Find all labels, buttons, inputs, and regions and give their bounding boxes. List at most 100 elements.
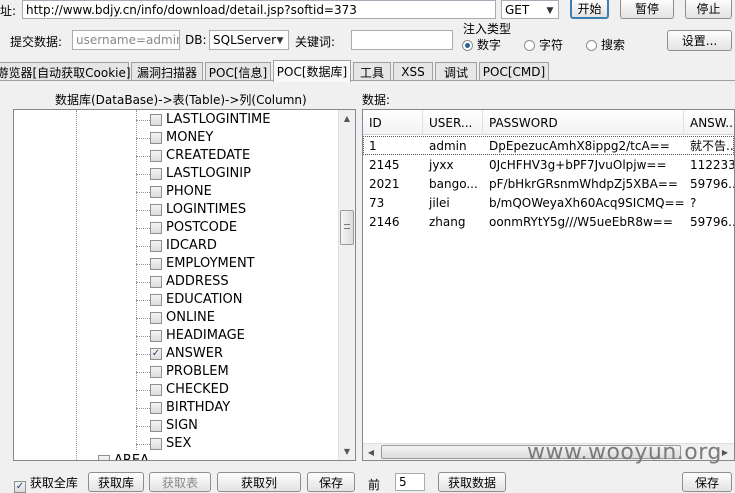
prev-label: 前 xyxy=(368,478,381,492)
stop-button[interactable]: 停止 xyxy=(685,0,732,19)
keyword-input[interactable] xyxy=(351,30,453,50)
checkbox-icon[interactable] xyxy=(150,114,162,126)
tree-node-column[interactable]: ADDRESS xyxy=(14,273,339,291)
tree-panel-title: 数据库(DataBase)->表(Table)->列(Column) xyxy=(55,93,307,107)
tree-connector xyxy=(136,138,150,139)
checkbox-icon[interactable] xyxy=(150,294,162,306)
tree-node-column[interactable]: PROBLEM xyxy=(14,363,339,381)
tab-xss[interactable]: XSS xyxy=(393,62,433,81)
table-row[interactable]: 2021 bango... pF/bHkrGRsnmWhdpZj5XBA== 5979… xyxy=(363,174,734,193)
scroll-left-icon[interactable]: ◀ xyxy=(363,444,379,460)
tree-scrollbar[interactable]: ▲ ▼ xyxy=(338,110,355,460)
tree-node-column[interactable]: EMPLOYMENT xyxy=(14,255,339,273)
tree-node-column[interactable]: ✓ ANSWER xyxy=(14,345,339,363)
table-cell: ? xyxy=(690,195,697,210)
get-db-button[interactable]: 获取库 xyxy=(88,472,144,492)
tree-node-column[interactable]: SIGN xyxy=(14,417,339,435)
tree-connector xyxy=(136,228,150,229)
db-select[interactable]: SQLServer ▼ xyxy=(209,30,289,50)
tab-divider xyxy=(0,80,735,81)
tree-column-label: ONLINE xyxy=(166,310,215,325)
get-data-button[interactable]: 获取数据 xyxy=(438,472,506,492)
get-all-db-checkbox[interactable]: ✓ 获取全库 xyxy=(14,474,78,493)
column-header-password[interactable]: PASSWORD xyxy=(483,110,684,135)
tree-column-label: HEADIMAGE xyxy=(166,328,245,343)
settings-button[interactable]: 设置... xyxy=(667,30,732,51)
checkbox-icon[interactable] xyxy=(150,438,162,450)
tree-column-label: EDUCATION xyxy=(166,292,243,307)
tree-connector xyxy=(136,444,150,445)
table-row[interactable]: 73 jilei b/mQOWeyaXh60Acq9SICMQ==? xyxy=(363,193,734,212)
tree-node-column[interactable]: BIRTHDAY xyxy=(14,399,339,417)
checkbox-icon[interactable] xyxy=(150,420,162,432)
checkbox-icon[interactable] xyxy=(150,366,162,378)
checkbox-icon[interactable] xyxy=(150,240,162,252)
database-tree[interactable]: LASTLOGINTIME MONEY CREATEDATE LASTLOGINIP P… xyxy=(13,109,356,461)
method-select[interactable]: GET ▼ xyxy=(501,0,559,19)
table-row[interactable]: 1 admin DpEpezucAmhX8ippg2/tcA== 就不告... xyxy=(363,136,734,155)
radio-selected-icon xyxy=(462,40,473,51)
data-grid[interactable]: ID USER... PASSWORD ANSW... 1 admin DpEpez… xyxy=(362,109,735,461)
tree-node-column[interactable]: CREATEDATE xyxy=(14,147,339,165)
column-header-user[interactable]: USER... xyxy=(423,110,483,135)
scroll-up-icon[interactable]: ▲ xyxy=(339,110,355,127)
checkbox-icon[interactable] xyxy=(150,150,162,162)
checkbox-icon[interactable] xyxy=(150,186,162,198)
tree-node-column[interactable]: PHONE xyxy=(14,183,339,201)
tree-node-table[interactable]: AREA xyxy=(14,452,339,461)
db-label: DB: xyxy=(185,33,207,47)
checkbox-icon[interactable] xyxy=(150,276,162,288)
inject-type-string[interactable]: 字符 xyxy=(524,36,563,53)
start-button[interactable]: 开始 xyxy=(570,0,609,19)
tree-table-label: AREA xyxy=(114,453,150,461)
checkbox-icon[interactable] xyxy=(150,330,162,342)
checkbox-checked-icon[interactable]: ✓ xyxy=(150,348,162,360)
checkbox-icon[interactable] xyxy=(98,455,110,460)
get-column-button[interactable]: 获取列 xyxy=(217,472,301,492)
checkbox-icon[interactable] xyxy=(150,258,162,270)
tab-poc-cmd[interactable]: POC[CMD] xyxy=(479,62,549,81)
tab-poc-database[interactable]: POC[数据库] xyxy=(273,60,351,82)
checkbox-icon[interactable] xyxy=(150,402,162,414)
save-right-button[interactable]: 保存 xyxy=(682,472,732,492)
tree-node-column[interactable]: CHECKED xyxy=(14,381,339,399)
tree-node-column[interactable]: SEX xyxy=(14,435,339,453)
url-input[interactable]: http://www.bdjy.cn/info/download/detail.… xyxy=(22,0,496,19)
checkbox-icon[interactable] xyxy=(150,384,162,396)
column-header-id[interactable]: ID xyxy=(363,110,423,135)
tab-tools[interactable]: 工具 xyxy=(353,62,391,81)
tree-node-column[interactable]: MONEY xyxy=(14,129,339,147)
table-row[interactable]: 2146 zhang oonmRYtY5g///W5ueEbR8w== 59796..… xyxy=(363,212,734,231)
tree-node-column[interactable]: POSTCODE xyxy=(14,219,339,237)
tree-node-column[interactable]: ONLINE xyxy=(14,309,339,327)
inject-type-number[interactable]: 数字 xyxy=(462,36,501,53)
tree-node-column[interactable]: LOGINTIMES xyxy=(14,201,339,219)
pause-button[interactable]: 暂停 xyxy=(620,0,674,19)
tab-browser[interactable]: 游览器[自动获取Cookie] xyxy=(0,62,131,81)
tab-poc-info[interactable]: POC[信息] xyxy=(205,62,271,81)
radio-icon xyxy=(586,40,597,51)
tree-node-column[interactable]: IDCARD xyxy=(14,237,339,255)
get-table-button[interactable]: 获取表 xyxy=(149,472,211,492)
checkbox-icon[interactable] xyxy=(150,222,162,234)
tree-connector xyxy=(136,120,150,121)
table-cell: jyxx xyxy=(429,157,454,172)
checkbox-icon[interactable] xyxy=(150,168,162,180)
tree-node-column[interactable]: HEADIMAGE xyxy=(14,327,339,345)
tree-node-column[interactable]: LASTLOGINTIME xyxy=(14,111,339,129)
scroll-down-icon[interactable]: ▼ xyxy=(339,443,355,460)
save-left-button[interactable]: 保存 xyxy=(307,472,355,492)
checkbox-icon[interactable] xyxy=(150,132,162,144)
tree-node-column[interactable]: LASTLOGINIP xyxy=(14,165,339,183)
scroll-thumb[interactable] xyxy=(340,210,354,245)
prev-count-input[interactable]: 5 xyxy=(395,473,425,491)
checkbox-icon[interactable] xyxy=(150,312,162,324)
table-row[interactable]: 2145 jyxx 0JcHFHV3g+bPF7JvuOlpjw== 112233..… xyxy=(363,155,734,174)
tab-debug[interactable]: 调试 xyxy=(435,62,477,81)
checkbox-icon[interactable] xyxy=(150,204,162,216)
submit-data-input[interactable]: username=admin xyxy=(72,30,180,50)
tab-vuln-scanner[interactable]: 漏洞扫描器 xyxy=(131,62,203,81)
tree-node-column[interactable]: EDUCATION xyxy=(14,291,339,309)
column-header-answer[interactable]: ANSW... xyxy=(684,110,734,135)
inject-type-search[interactable]: 搜索 xyxy=(586,36,625,53)
